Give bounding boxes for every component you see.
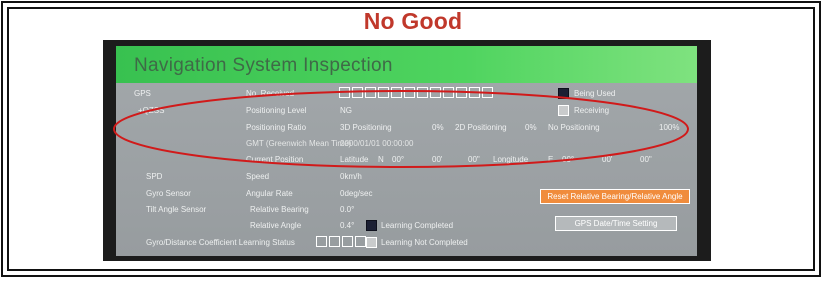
spd-label: SPD [146, 172, 163, 181]
learning-slot [355, 236, 366, 247]
verdict-heading: No Good [363, 8, 463, 34]
learning-slot [342, 236, 353, 247]
angular-rate-value: 0deg/sec [340, 189, 373, 198]
learning-status-label: Gyro/Distance Coefficient Learning Statu… [146, 238, 295, 247]
gyro-sensor-label: Gyro Sensor [146, 189, 191, 198]
gps-datetime-setting-button[interactable]: GPS Date/Time Setting [555, 216, 677, 231]
reset-bearing-angle-button[interactable]: Reset Relative Bearing/Relative Angle [540, 189, 690, 204]
title-bar: Navigation System Inspection [116, 46, 697, 83]
angular-rate-label: Angular Rate [246, 189, 293, 198]
annotation-ellipse [113, 90, 689, 168]
learning-completed-legend: Learning Completed [381, 221, 454, 230]
tilt-sensor-label: Tilt Angle Sensor [146, 205, 207, 214]
speed-value: 0km/h [340, 172, 362, 181]
speed-label: Speed [246, 172, 270, 181]
learning-not-completed-swatch [366, 237, 377, 248]
learning-not-completed-legend: Learning Not Completed [381, 238, 468, 247]
screen-title: Navigation System Inspection [134, 55, 393, 76]
relative-bearing-label: Relative Bearing [250, 205, 309, 214]
learning-completed-swatch [366, 220, 377, 231]
learning-slot [329, 236, 340, 247]
learning-slot [316, 236, 327, 247]
relative-angle-value: 0.4° [340, 221, 355, 230]
relative-angle-label: Relative Angle [250, 221, 302, 230]
screen-photo: Navigation System Inspection GPS No. Rec… [103, 40, 711, 261]
learning-status-boxes [316, 236, 366, 247]
relative-bearing-value: 0.0° [340, 205, 355, 214]
